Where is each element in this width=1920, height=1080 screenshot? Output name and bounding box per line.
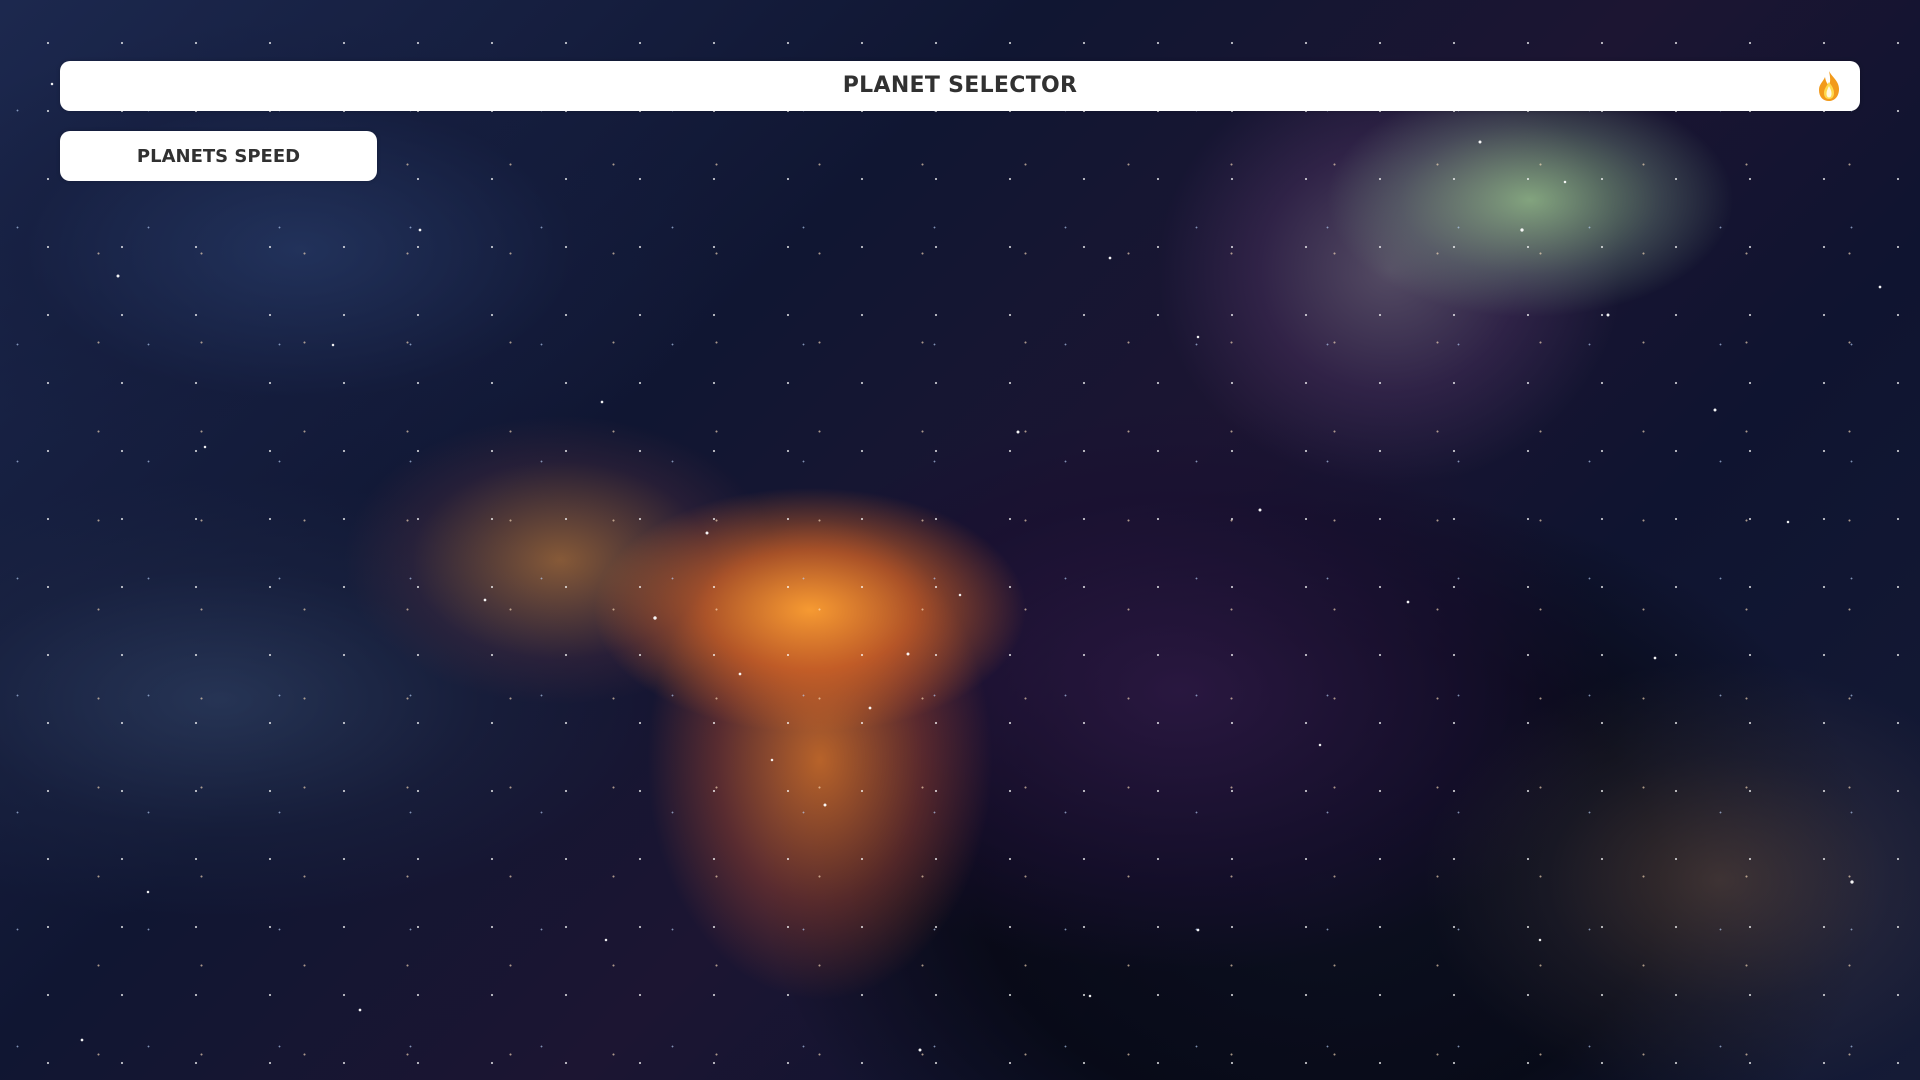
planets-speed-button[interactable]: PLANETS SPEED xyxy=(60,131,377,181)
header-bar: PLANET SELECTOR xyxy=(60,61,1860,111)
flame-icon[interactable] xyxy=(1812,69,1846,103)
page-title: PLANET SELECTOR xyxy=(842,73,1078,98)
